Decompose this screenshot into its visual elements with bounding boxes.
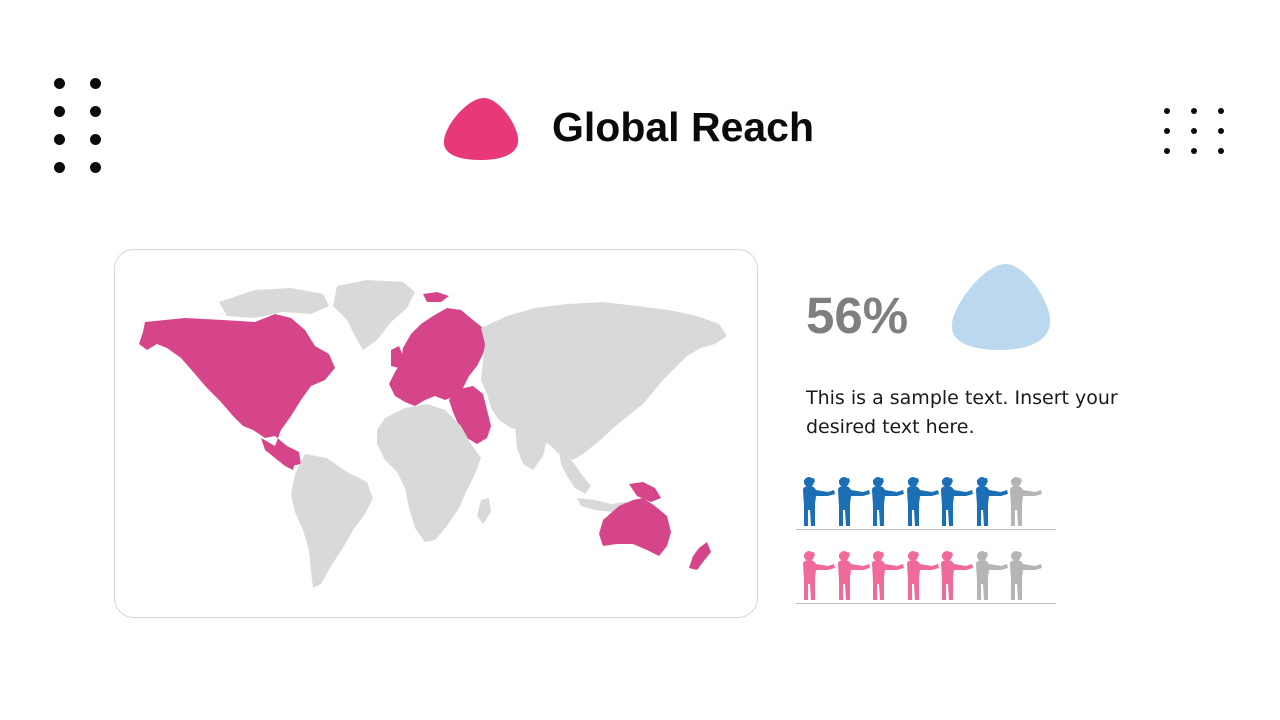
stat-percentage: 56% xyxy=(806,287,909,344)
map-greenland xyxy=(333,280,415,350)
map-arctic-islands xyxy=(219,288,329,318)
stat-blob-icon xyxy=(951,264,1051,350)
dot-grid-right-decoration xyxy=(1160,106,1230,156)
pictograph-row-pink xyxy=(794,548,1056,604)
dot xyxy=(1164,148,1170,154)
world-map-card xyxy=(114,249,758,618)
dot-grid-left-decoration xyxy=(54,78,104,174)
map-madagascar xyxy=(477,498,491,524)
person-icon xyxy=(1005,474,1045,530)
dot xyxy=(1218,108,1224,114)
title-blob-icon xyxy=(443,98,519,160)
dot xyxy=(1191,148,1197,154)
dot xyxy=(90,134,101,145)
person-icon xyxy=(1005,548,1045,604)
dot xyxy=(54,134,65,145)
dot xyxy=(54,162,65,173)
dot xyxy=(90,78,101,89)
dot xyxy=(1164,128,1170,134)
map-north-america xyxy=(139,314,335,466)
dot xyxy=(90,106,101,117)
pictograph-row-blue xyxy=(794,474,1056,530)
page-title: Global Reach xyxy=(552,104,815,150)
dot xyxy=(1164,108,1170,114)
dot xyxy=(1191,128,1197,134)
map-papua-new-guinea xyxy=(629,482,661,502)
map-south-america xyxy=(291,454,373,588)
dot xyxy=(54,78,65,89)
dot xyxy=(1218,148,1224,154)
stat-description: This is a sample text. Insert your desir… xyxy=(806,387,1118,438)
dot xyxy=(1191,108,1197,114)
dot xyxy=(54,106,65,117)
map-new-zealand xyxy=(689,542,711,570)
dot xyxy=(90,162,101,173)
map-svalbard xyxy=(423,292,449,302)
world-map xyxy=(139,280,727,588)
dot xyxy=(1218,128,1224,134)
